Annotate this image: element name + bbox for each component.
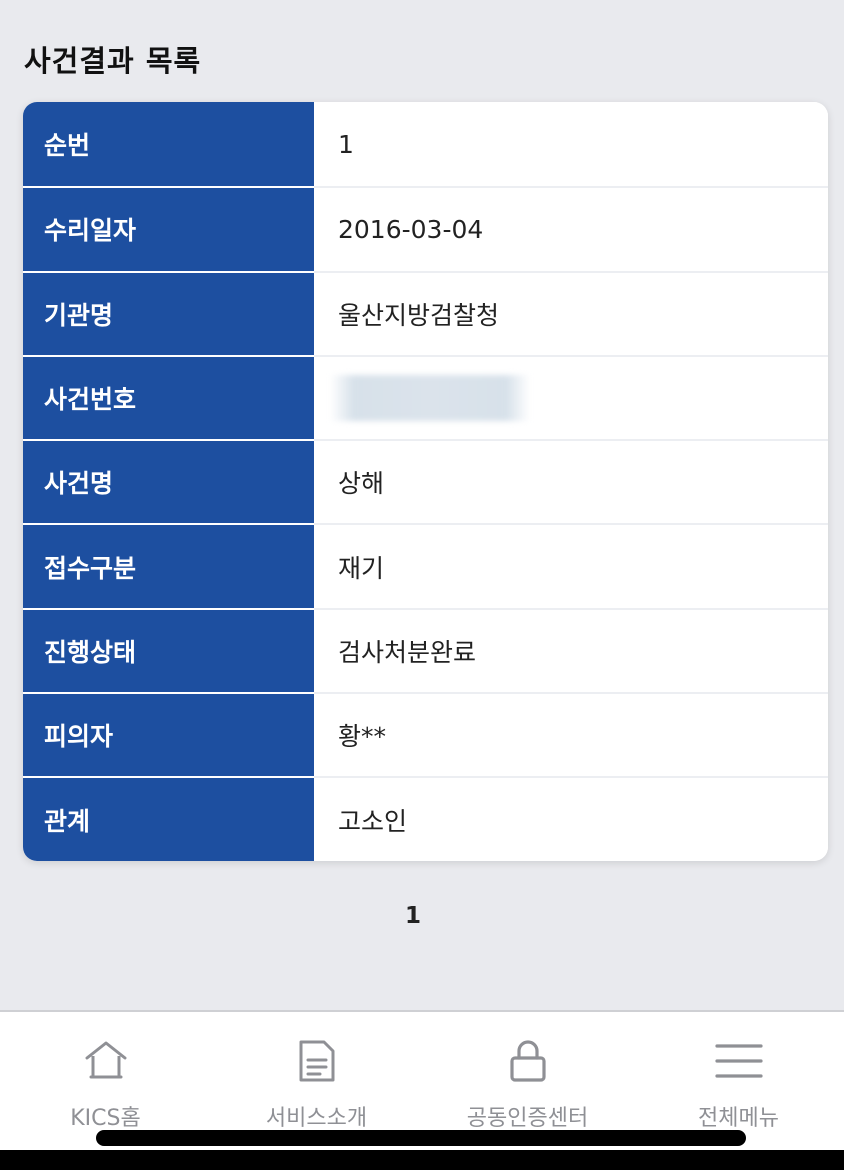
row-value: 울산지방검찰청 (314, 270, 828, 355)
row-label: 순번 (23, 102, 314, 187)
row-value: 고소인 (314, 776, 828, 861)
table-row-receipt-type: 접수구분 재기 (23, 523, 828, 608)
row-label: 진행상태 (23, 607, 314, 693)
row-label: 사건명 (23, 439, 314, 524)
table-row-case-name: 사건명 상해 (23, 439, 828, 524)
screen-bottom-edge (0, 1150, 844, 1170)
redacted-case-number (330, 375, 530, 422)
table-row-case-number: 사건번호 (23, 354, 828, 440)
home-icon (85, 1041, 126, 1079)
row-value: 황** (314, 692, 828, 777)
document-icon (299, 1040, 334, 1082)
bottom-navigation: KICS홈 서비스소개 공동인증센터 전체메뉴 (0, 1010, 844, 1150)
table-row-suspect: 피의자 황** (23, 692, 828, 777)
pagination-current-page[interactable]: 1 (0, 903, 826, 929)
table-row-relation: 관계 고소인 (23, 776, 828, 861)
home-indicator-bar[interactable] (96, 1130, 746, 1146)
row-value: 검사처분완료 (314, 607, 828, 693)
row-label: 피의자 (23, 692, 314, 777)
row-value: 재기 (314, 523, 828, 608)
row-label: 접수구분 (23, 523, 314, 608)
table-row-sequence: 순번 1 (23, 102, 828, 187)
table-row-receipt-date: 수리일자 2016-03-04 (23, 186, 828, 271)
menu-icon (714, 1044, 763, 1078)
table-row-agency: 기관명 울산지방검찰청 (23, 270, 828, 355)
row-value: 상해 (314, 439, 828, 524)
nav-label: KICS홈 (70, 1106, 141, 1131)
row-value: 2016-03-04 (314, 186, 828, 271)
main-content: 사건결과 목록 순번 1 수리일자 2016-03-04 기관명 울산지방검찰청… (0, 0, 844, 1010)
page-title: 사건결과 목록 (24, 44, 202, 78)
nav-label: 전체메뉴 (698, 1106, 779, 1131)
row-value: 1 (314, 102, 828, 187)
row-label: 기관명 (23, 270, 314, 355)
nav-label: 공동인증센터 (466, 1106, 589, 1131)
table-row-progress-status: 진행상태 검사처분완료 (23, 607, 828, 693)
lock-icon (509, 1040, 546, 1082)
row-label: 사건번호 (23, 354, 314, 440)
row-label: 관계 (23, 776, 314, 861)
row-value-redacted (314, 354, 828, 440)
case-result-table: 순번 1 수리일자 2016-03-04 기관명 울산지방검찰청 사건번호 사건… (23, 102, 828, 861)
nav-label: 서비스소개 (265, 1106, 368, 1131)
row-label: 수리일자 (23, 186, 314, 271)
